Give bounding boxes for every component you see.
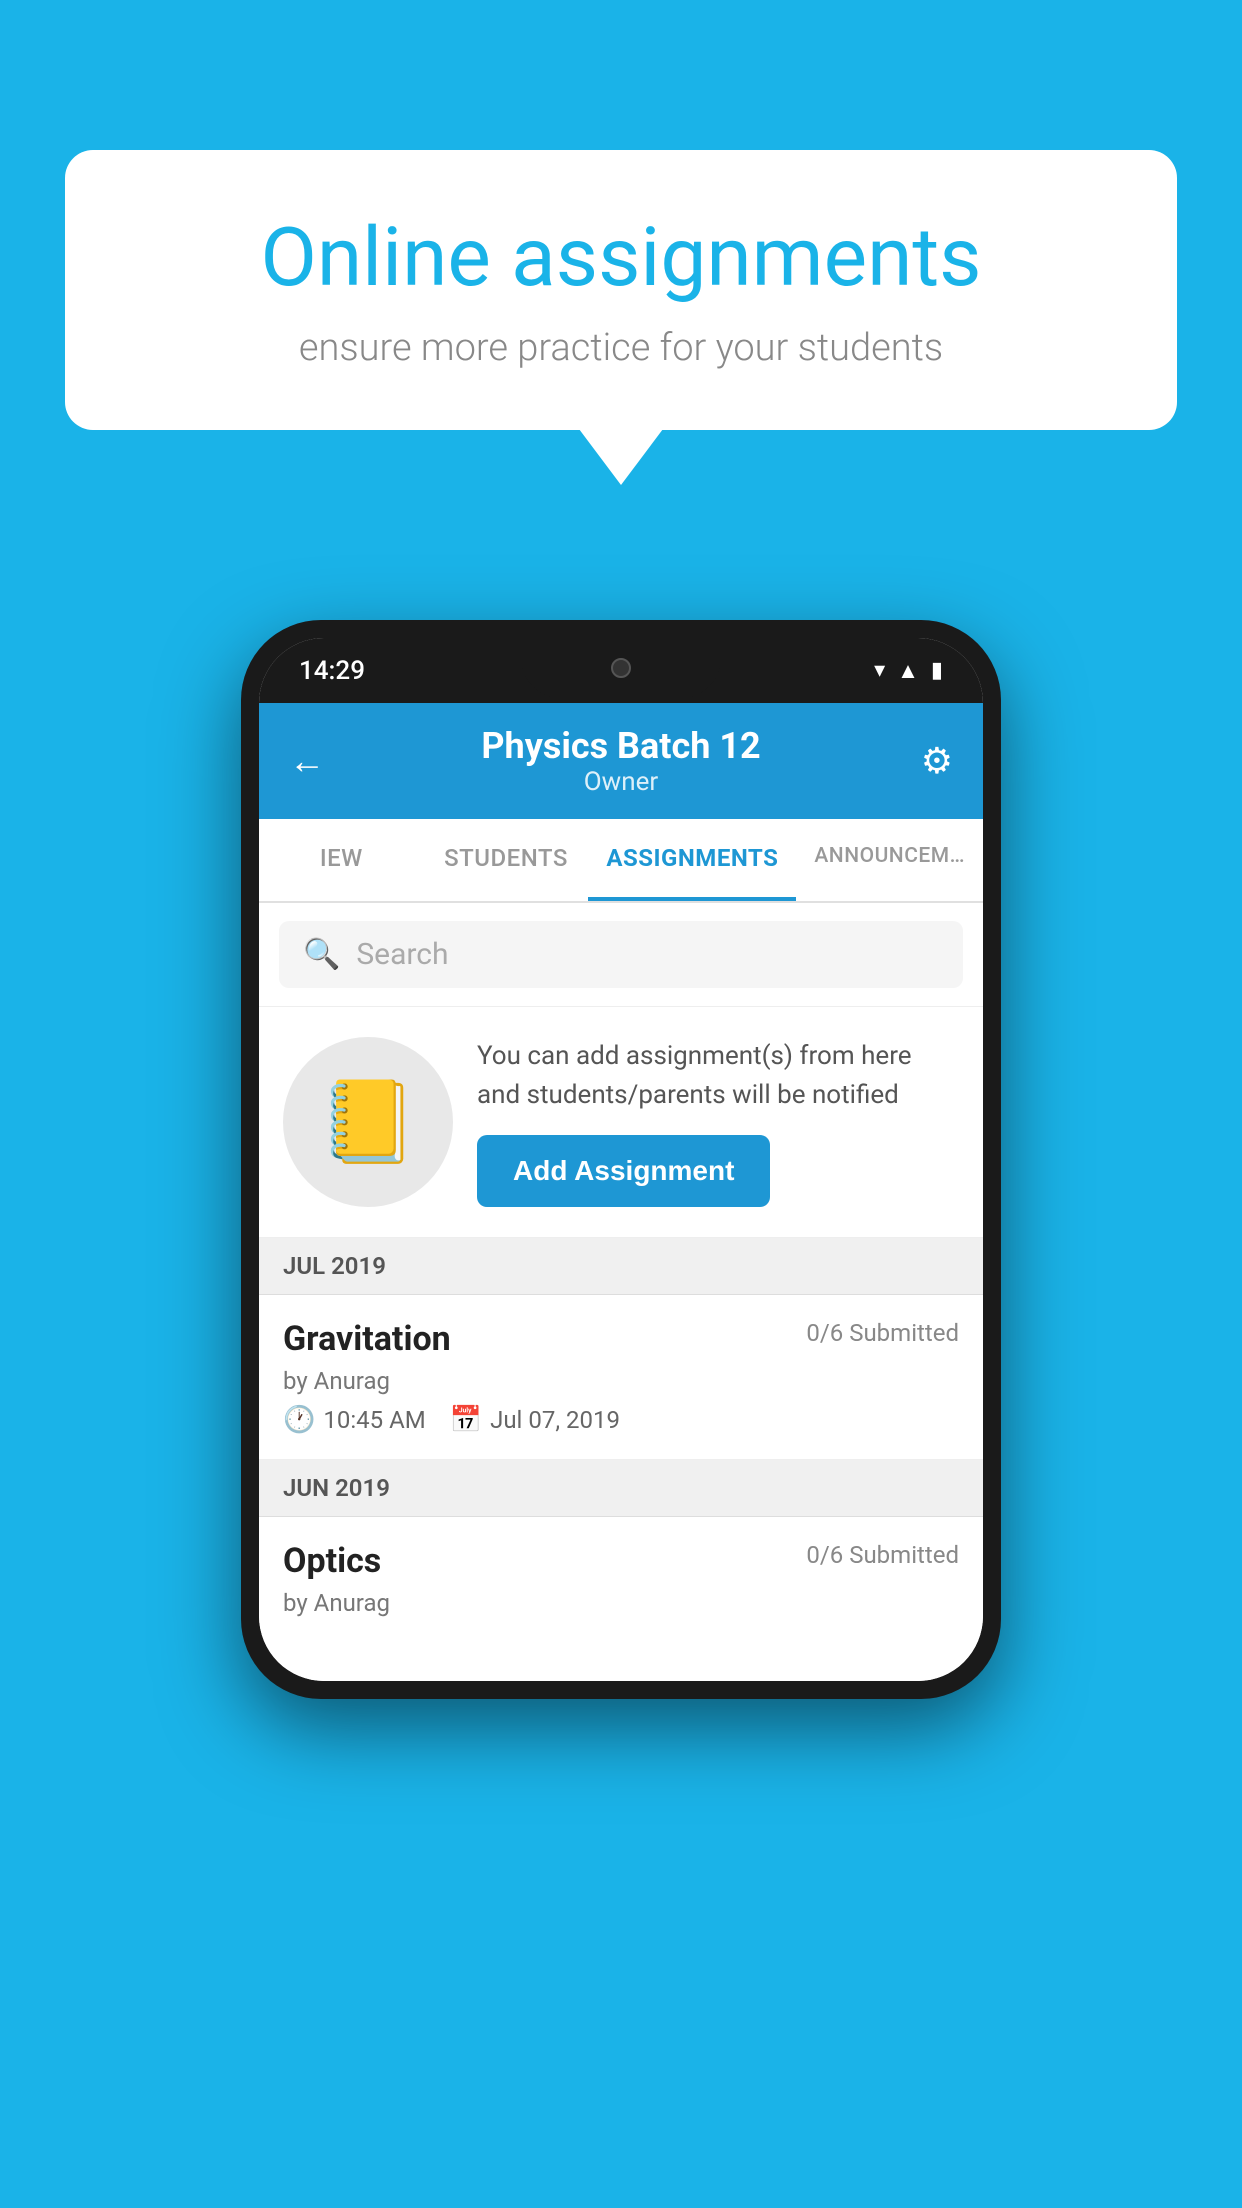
meta-time-gravitation: 🕐 10:45 AM	[283, 1405, 426, 1435]
speech-bubble-subtitle: ensure more practice for your students	[135, 326, 1107, 370]
header-title-block: Physics Batch 12 Owner	[481, 725, 760, 797]
battery-icon: ▮	[931, 658, 943, 683]
assignment-submitted-optics: 0/6 Submitted	[806, 1541, 959, 1569]
tab-iew[interactable]: IEW	[259, 819, 424, 901]
assignment-by-optics: by Anurag	[283, 1589, 959, 1617]
assignment-top-row: Gravitation 0/6 Submitted	[283, 1319, 959, 1359]
speech-bubble-container: Online assignments ensure more practice …	[65, 150, 1177, 430]
tab-announcements[interactable]: ANNOUNCEM…	[796, 819, 983, 901]
header-subtitle: Owner	[481, 767, 760, 797]
search-container: 🔍 Search	[259, 903, 983, 1007]
status-icons: ▾ ▲ ▮	[874, 658, 943, 684]
assignment-top-row-optics: Optics 0/6 Submitted	[283, 1541, 959, 1581]
assignment-submitted-gravitation: 0/6 Submitted	[806, 1319, 959, 1347]
phone-container: 14:29 ▾ ▲ ▮ ← Physics Batch 12 Owner ⚙	[241, 620, 1001, 1699]
tabs-row: IEW STUDENTS ASSIGNMENTS ANNOUNCEM…	[259, 819, 983, 903]
promo-card: 📒 You can add assignment(s) from here an…	[259, 1007, 983, 1238]
header-title: Physics Batch 12	[481, 725, 760, 767]
status-time: 14:29	[299, 656, 365, 686]
promo-description: You can add assignment(s) from here and …	[477, 1037, 959, 1115]
notebook-icon: 📒	[318, 1075, 418, 1169]
assignment-item-gravitation[interactable]: Gravitation 0/6 Submitted by Anurag 🕐 10…	[259, 1295, 983, 1460]
app-header: ← Physics Batch 12 Owner ⚙	[259, 703, 983, 819]
assignment-date: Jul 07, 2019	[490, 1406, 620, 1434]
calendar-icon: 📅	[450, 1405, 482, 1435]
meta-date-gravitation: 📅 Jul 07, 2019	[450, 1405, 620, 1435]
phone-screen: 14:29 ▾ ▲ ▮ ← Physics Batch 12 Owner ⚙	[259, 638, 983, 1681]
tab-students[interactable]: STUDENTS	[424, 819, 589, 901]
camera-dot	[611, 658, 631, 678]
signal-icon: ▲	[897, 658, 919, 684]
section-header-jul: JUL 2019	[259, 1238, 983, 1295]
wifi-icon: ▾	[874, 658, 885, 683]
promo-content: You can add assignment(s) from here and …	[477, 1037, 959, 1207]
promo-icon-circle: 📒	[283, 1037, 453, 1207]
search-box[interactable]: 🔍 Search	[279, 921, 963, 988]
tab-assignments[interactable]: ASSIGNMENTS	[588, 819, 796, 901]
phone-outer: 14:29 ▾ ▲ ▮ ← Physics Batch 12 Owner ⚙	[241, 620, 1001, 1699]
speech-bubble: Online assignments ensure more practice …	[65, 150, 1177, 430]
back-button[interactable]: ←	[289, 740, 339, 782]
assignment-by-gravitation: by Anurag	[283, 1367, 959, 1395]
speech-bubble-title: Online assignments	[135, 210, 1107, 306]
assignment-title-optics: Optics	[283, 1541, 381, 1581]
add-assignment-button[interactable]: Add Assignment	[477, 1135, 770, 1207]
assignment-time: 10:45 AM	[323, 1406, 425, 1434]
phone-notch	[521, 638, 721, 698]
search-icon: 🔍	[303, 937, 340, 972]
phone-bottom-space	[259, 1651, 983, 1681]
settings-icon[interactable]: ⚙	[903, 740, 953, 782]
clock-icon: 🕐	[283, 1405, 315, 1435]
section-header-jun: JUN 2019	[259, 1460, 983, 1517]
assignment-meta-gravitation: 🕐 10:45 AM 📅 Jul 07, 2019	[283, 1405, 959, 1435]
assignment-item-optics[interactable]: Optics 0/6 Submitted by Anurag	[259, 1517, 983, 1651]
assignment-title-gravitation: Gravitation	[283, 1319, 451, 1359]
status-bar: 14:29 ▾ ▲ ▮	[259, 638, 983, 703]
search-placeholder: Search	[356, 937, 448, 972]
